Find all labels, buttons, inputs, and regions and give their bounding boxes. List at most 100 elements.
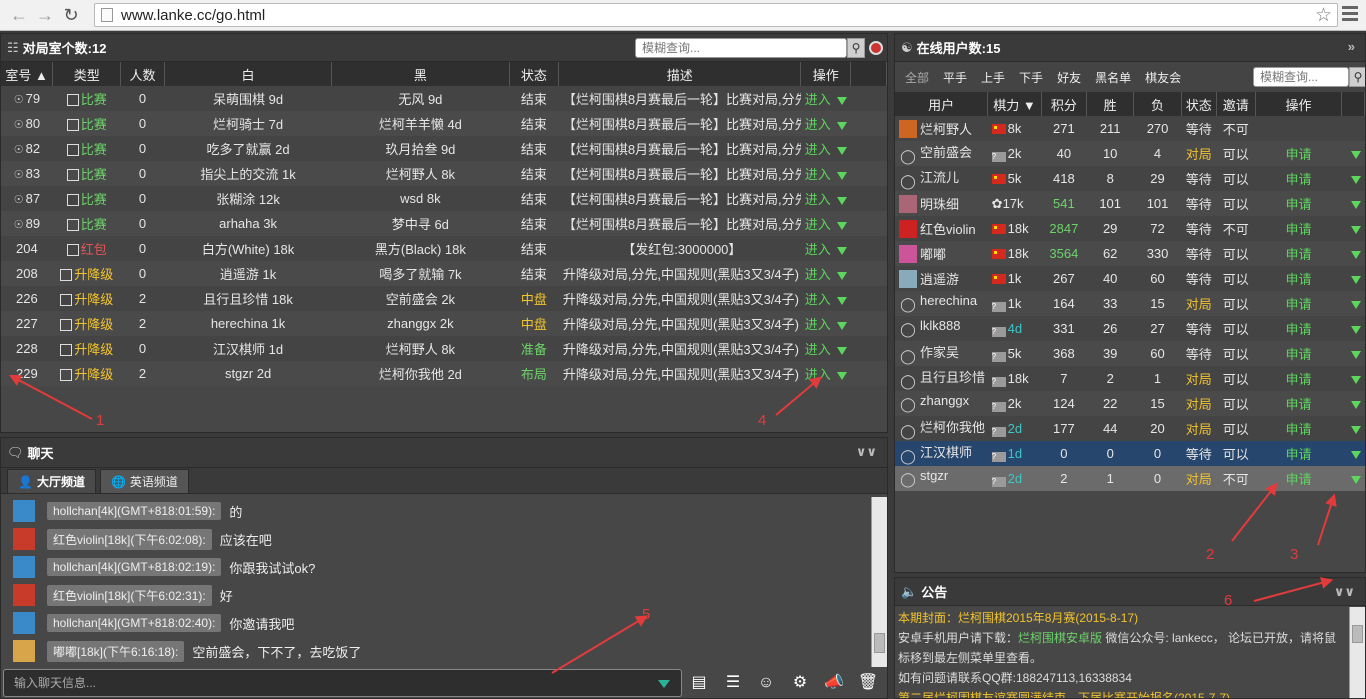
- user-row[interactable]: 烂柯野人 8k 271 211 270 等待 不可: [895, 116, 1365, 141]
- checkbox-icon[interactable]: [66, 94, 79, 106]
- dropdown-triangle-icon[interactable]: [836, 171, 847, 180]
- bookmark-star-icon[interactable]: ☆: [1315, 4, 1332, 27]
- message-sender[interactable]: 红色violin[18k](下午6:02:08):: [47, 528, 212, 550]
- message-sender[interactable]: hollchan[4k](GMT+818:01:59):: [47, 502, 222, 520]
- dropdown-triangle-icon[interactable]: [1351, 325, 1362, 334]
- col-desc[interactable]: 描述: [558, 62, 802, 86]
- enter-button[interactable]: 进入: [800, 261, 851, 286]
- user-row[interactable]: ◯ 江汉棋师? 1d 0 0 0 等待 可以 申请: [895, 441, 1365, 466]
- user-row[interactable]: ◯ 作家吴? 5k 368 39 60 等待 可以 申请: [895, 341, 1365, 366]
- table-row[interactable]: 208 升降级 0 逍遥游 1k 喝多了就输 7k 结束 升降级对局,分先,中国规则(黑贴3…: [1, 261, 887, 286]
- filter-tab[interactable]: 上手: [981, 69, 1005, 86]
- checkbox-icon[interactable]: [66, 194, 79, 206]
- checkbox-icon[interactable]: [66, 169, 79, 181]
- channel-dropdown-icon[interactable]: [658, 680, 670, 688]
- dropdown-triangle-icon[interactable]: [836, 146, 847, 155]
- col-user[interactable]: 用户: [895, 92, 989, 116]
- checkbox-icon[interactable]: [60, 369, 73, 381]
- chat-scrollbar[interactable]: [871, 497, 887, 667]
- dropdown-triangle-icon[interactable]: [1351, 425, 1362, 434]
- apply-button[interactable]: 申请: [1255, 366, 1342, 391]
- col-lose[interactable]: 负: [1133, 92, 1182, 116]
- dropdown-triangle-icon[interactable]: [836, 246, 847, 255]
- avatar[interactable]: [13, 584, 35, 606]
- dropdown-triangle-icon[interactable]: [836, 371, 847, 380]
- apply-button[interactable]: 申请: [1255, 216, 1342, 241]
- avatar[interactable]: [13, 556, 35, 578]
- enter-button[interactable]: 进入: [800, 236, 851, 261]
- checkbox-icon[interactable]: [60, 294, 73, 306]
- rooms-search-input[interactable]: 模糊查询...: [635, 38, 847, 58]
- message-sender[interactable]: hollchan[4k](GMT+818:02:19):: [47, 558, 222, 576]
- apply-button[interactable]: 申请: [1255, 341, 1342, 366]
- dropdown-triangle-icon[interactable]: [1351, 200, 1362, 209]
- filter-tab[interactable]: 好友: [1057, 69, 1081, 86]
- checkbox-icon[interactable]: [66, 119, 79, 131]
- checkbox-icon[interactable]: [66, 219, 79, 231]
- col-score[interactable]: 积分: [1041, 92, 1088, 116]
- user-row[interactable]: ◯ 江流儿 5k 418 8 29 等待 可以 申请: [895, 166, 1365, 191]
- col-count[interactable]: 人数: [120, 62, 165, 86]
- col-rank[interactable]: 棋力 ▼: [987, 92, 1042, 116]
- enter-button[interactable]: 进入: [800, 311, 851, 336]
- reload-icon[interactable]: ↻: [58, 2, 84, 28]
- checkbox-icon[interactable]: [60, 269, 73, 281]
- table-row[interactable]: 227 升降级 2 herechina 1k zhanggx 2k 中盘 升降级对局,分先,…: [1, 311, 887, 336]
- col-room-id[interactable]: 室号 ▲: [1, 62, 54, 86]
- enter-button[interactable]: 进入: [800, 161, 851, 186]
- avatar[interactable]: [13, 500, 35, 522]
- search-icon[interactable]: ⚲: [1349, 67, 1365, 87]
- dropdown-triangle-icon[interactable]: [1351, 300, 1362, 309]
- enter-button[interactable]: 进入: [800, 336, 851, 361]
- user-row[interactable]: ◯ 且行且珍惜? 18k 7 2 1 对局 可以 申请: [895, 366, 1365, 391]
- android-download-link[interactable]: 烂柯围棋安卓版: [1018, 631, 1102, 645]
- avatar[interactable]: [13, 640, 35, 662]
- avatar[interactable]: [13, 528, 35, 550]
- table-row[interactable]: ☉ 82 比赛 0 吃多了就赢 2d 玖月拾叁 9d 结束 【烂柯围棋8月赛最后一轮】比赛对局…: [1, 136, 887, 161]
- filter-tab[interactable]: 平手: [943, 69, 967, 86]
- user-row[interactable]: 嘟嘟 18k 3564 62 330 等待 可以 申请: [895, 241, 1365, 266]
- user-row[interactable]: ◯ herechina? 1k 164 33 15 对局 可以 申请: [895, 291, 1365, 316]
- user-row[interactable]: 红色violin 18k 2847 29 72 等待 不可 申请: [895, 216, 1365, 241]
- apply-button[interactable]: 申请: [1255, 266, 1342, 291]
- col-status[interactable]: 状态: [509, 62, 560, 86]
- dropdown-triangle-icon[interactable]: [836, 271, 847, 280]
- col-black[interactable]: 黑: [331, 62, 510, 86]
- enter-button[interactable]: 进入: [800, 86, 851, 111]
- col-status[interactable]: 状态: [1181, 92, 1217, 116]
- enter-button[interactable]: 进入: [800, 211, 851, 236]
- table-row[interactable]: 226 升降级 2 且行且珍惜 18k 空前盛会 2k 中盘 升降级对局,分先,中国规则(黑…: [1, 286, 887, 311]
- filter-tab[interactable]: 棋友会: [1145, 69, 1181, 86]
- apply-button[interactable]: 申请: [1255, 291, 1342, 316]
- dropdown-triangle-icon[interactable]: [1351, 275, 1362, 284]
- table-row[interactable]: ☉ 80 比赛 0 烂柯骑士 7d 烂柯羊羊懒 4d 结束 【烂柯围棋8月赛最后一轮】比赛对局…: [1, 111, 887, 136]
- back-icon[interactable]: ←: [6, 2, 32, 28]
- apply-button[interactable]: 申请: [1255, 166, 1342, 191]
- notice-scrollbar[interactable]: [1349, 607, 1365, 698]
- checkbox-icon[interactable]: [60, 344, 73, 356]
- col-type[interactable]: 类型: [52, 62, 122, 86]
- checkbox-icon[interactable]: [66, 244, 79, 256]
- dropdown-triangle-icon[interactable]: [1351, 250, 1362, 259]
- dropdown-triangle-icon[interactable]: [1351, 450, 1362, 459]
- filter-tab[interactable]: 全部: [905, 69, 929, 86]
- col-win[interactable]: 胜: [1086, 92, 1135, 116]
- table-row[interactable]: 204 红包 0 白方(White) 18k 黑方(Black) 18k 结束 【发红包:3…: [1, 236, 887, 261]
- dropdown-triangle-icon[interactable]: [1351, 175, 1362, 184]
- table-row[interactable]: 228 升降级 0 江汉棋师 1d 烂柯野人 8k 准备 升降级对局,分先,中国规则(黑贴3…: [1, 336, 887, 361]
- table-row[interactable]: ☉ 83 比赛 0 指尖上的交流 1k 烂柯野人 8k 结束 【烂柯围棋8月赛最后一轮】比赛对…: [1, 161, 887, 186]
- user-row[interactable]: ◯ zhanggx? 2k 124 22 15 对局 可以 申请: [895, 391, 1365, 416]
- browser-menu-icon[interactable]: [1342, 6, 1358, 24]
- dropdown-triangle-icon[interactable]: [1351, 225, 1362, 234]
- user-row[interactable]: 逍遥游 1k 267 40 60 等待 可以 申请: [895, 266, 1365, 291]
- search-icon[interactable]: ⚲: [847, 38, 865, 58]
- message-icon[interactable]: ▤: [688, 672, 710, 694]
- dropdown-triangle-icon[interactable]: [1351, 475, 1362, 484]
- trash-icon[interactable]: 🗑: [857, 672, 879, 694]
- apply-button[interactable]: [1255, 116, 1342, 141]
- enter-button[interactable]: 进入: [800, 361, 851, 386]
- col-invite[interactable]: 邀请: [1216, 92, 1256, 116]
- apply-button[interactable]: 申请: [1255, 191, 1342, 216]
- table-row[interactable]: 229 升降级 2 stgzr 2d 烂柯你我他 2d 布局 升降级对局,分先,中国规则(黑…: [1, 361, 887, 386]
- collapse-chevron-icon[interactable]: ∨∨: [856, 444, 877, 460]
